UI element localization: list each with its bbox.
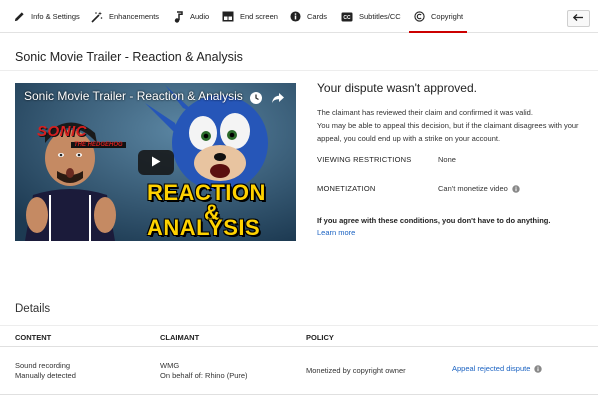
thumbnail-overlay-title: Sonic Movie Trailer - Reaction & Analysi… [24, 89, 243, 103]
video-title: Sonic Movie Trailer - Reaction & Analysi… [15, 50, 243, 64]
tab-enhancements[interactable]: Enhancements [91, 0, 159, 33]
play-button[interactable] [138, 150, 174, 175]
appeal-link[interactable]: Appeal rejected dispute [452, 364, 543, 373]
tab-cards[interactable]: Cards [289, 0, 327, 33]
dispute-body-line: You may be able to appeal this decision,… [317, 121, 579, 143]
tab-subtitles-cc[interactable]: CC Subtitles/CC [341, 0, 401, 33]
share-icon[interactable] [271, 91, 285, 105]
tab-label: Subtitles/CC [359, 12, 401, 21]
policy-cell: Monetized by copyright owner [306, 366, 406, 375]
content-detection: Manually detected [15, 371, 76, 380]
tab-label: End screen [240, 12, 278, 21]
monetization-text: Can't monetize video [438, 184, 508, 193]
pencil-icon [13, 11, 25, 23]
undo-icon [572, 13, 584, 24]
thumbnail-hedgehog-logo: THE HEDGEHOG [71, 142, 126, 148]
tab-label: Cards [307, 12, 328, 21]
tab-info-settings[interactable]: Info & Settings [13, 0, 80, 33]
cc-icon: CC [341, 11, 353, 23]
viewing-restrictions-text: None [438, 155, 456, 164]
tab-audio[interactable]: Audio [172, 0, 209, 33]
music-note-icon [172, 10, 184, 23]
undo-button[interactable] [567, 10, 590, 27]
play-icon [151, 156, 161, 169]
content-cell: Sound recording Manually detected [15, 361, 76, 381]
tab-label: Info & Settings [31, 12, 80, 21]
monetization-value: Can't monetize video [438, 184, 520, 193]
claimant-name: WMG [160, 361, 180, 370]
learn-more-link[interactable]: Learn more [317, 228, 355, 237]
claimant-cell: WMG On behalf of: Rhino (Pure) [160, 361, 248, 381]
appeal-link-label[interactable]: Appeal rejected dispute [452, 364, 530, 373]
tab-copyright[interactable]: Copyright [408, 0, 468, 33]
info-circle-icon [289, 11, 301, 23]
column-header-content: CONTENT [15, 333, 52, 342]
video-thumbnail[interactable]: Sonic Movie Trailer - Reaction & Analysi… [15, 83, 296, 241]
info-icon[interactable] [534, 364, 543, 373]
viewing-restrictions-value: None [438, 155, 456, 164]
divider [0, 70, 598, 71]
details-heading: Details [15, 303, 51, 315]
thumbnail-sonic-logo: SONIC [37, 123, 88, 140]
tab-end-screen[interactable]: End screen [222, 0, 278, 33]
magic-wand-icon [91, 11, 103, 23]
watch-later-icon[interactable] [249, 91, 263, 105]
content-type: Sound recording [15, 361, 71, 370]
info-icon[interactable] [512, 184, 520, 193]
end-screen-icon [222, 11, 234, 23]
divider [0, 325, 598, 326]
agree-conditions-text: If you agree with these conditions, you … [317, 216, 551, 225]
tab-bar: Info & Settings Enhancements Audio End s… [0, 0, 598, 33]
dispute-description: The claimant has reviewed their claim an… [317, 106, 587, 145]
tab-label: Audio [190, 12, 210, 21]
thumbnail-text-analysis: ANALYSIS [147, 215, 261, 240]
column-header-claimant: CLAIMANT [160, 333, 200, 342]
dispute-body-line: The claimant has reviewed their claim an… [317, 108, 533, 117]
svg-text:CC: CC [343, 15, 351, 21]
viewing-restrictions-label: VIEWING RESTRICTIONS [317, 155, 412, 164]
divider [0, 394, 598, 395]
tab-label: Enhancements [109, 12, 160, 21]
tab-label: Copyright [431, 12, 464, 21]
monetization-label: MONETIZATION [317, 184, 376, 193]
divider [0, 346, 598, 347]
column-header-policy: POLICY [306, 333, 334, 342]
claimant-on-behalf: On behalf of: Rhino (Pure) [160, 371, 248, 380]
copyright-icon [413, 11, 425, 23]
dispute-heading: Your dispute wasn't approved. [317, 81, 477, 95]
